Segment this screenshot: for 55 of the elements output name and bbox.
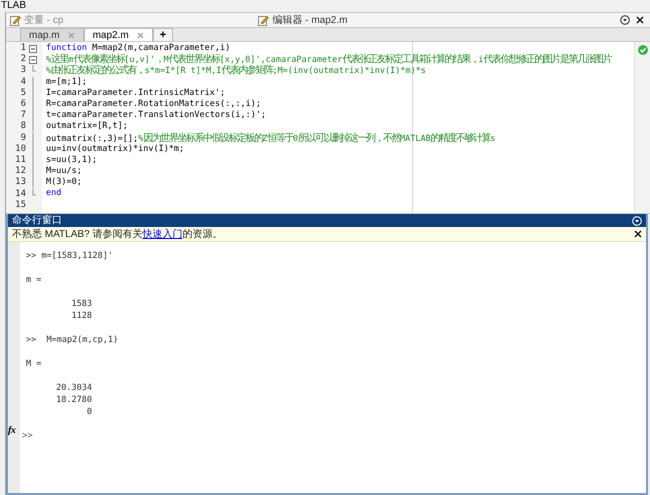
line-number: 1 [20, 43, 26, 54]
edit-pencil-icon [10, 14, 21, 26]
code-line: M(3)=0; [46, 177, 82, 188]
line-number: 3 [20, 65, 26, 76]
line-number: 2 [20, 54, 26, 65]
command-prompt[interactable]: >> [22, 430, 33, 442]
close-icon[interactable] [634, 230, 642, 238]
code-line: R=camaraParameter.RotationMatrices(:,:,i); [46, 98, 261, 109]
code-line: function M=map2(m,camaraParameter,i) [46, 43, 230, 53]
line-number: 10 [15, 144, 26, 155]
fold-toggle-icon[interactable] [29, 44, 37, 53]
file-tab[interactable]: map.m [20, 28, 84, 41]
output-value: 18.2780 [56, 394, 92, 406]
close-icon[interactable] [636, 16, 644, 24]
line-number: 14 [15, 188, 26, 200]
command-window-title: 命令行窗口 [12, 214, 62, 226]
output-variable-label: M = [26, 358, 42, 370]
output-value: 1583 [72, 298, 92, 310]
output-variable-label: m = [26, 274, 42, 286]
file-tab[interactable]: map2.m [84, 28, 153, 41]
code-line: t=camaraParameter.TranslationVectors(i,:)'; [46, 110, 266, 120]
code-line: I=camaraParameter.IntrinsicMatrix'; [46, 88, 226, 98]
editor-panel-title: 编辑器 - map2.m [272, 14, 348, 28]
line-number: 9 [20, 132, 26, 144]
code-line: %这里m代表像素坐标[u,v]'，M代表世界坐标[x,y,0]',camaraParameter代表张正友标定工具箱计算的结果，i代表你想修正的图片是第几张图片 [46, 55, 612, 66]
fold-toggle-icon[interactable] [29, 56, 37, 64]
code-line: end [46, 188, 62, 198]
line-number: 4 [20, 76, 26, 88]
line-number: 6 [20, 99, 26, 110]
new-tab-button[interactable]: + [152, 28, 174, 41]
line-number: 8 [20, 121, 26, 132]
code-line: %由张正友标定的公式有，s*m=I*[R t]*M,I代表内参矩阵;M=(inv(outmatrix)*inv(I)*m)*s [46, 66, 426, 76]
line-number: 5 [20, 88, 26, 99]
output-value: 20.3034 [56, 382, 92, 394]
line-number: 12 [15, 166, 26, 177]
dropdown-menu-icon[interactable] [620, 15, 630, 25]
line-number: 11 [15, 154, 26, 166]
output-value: 1128 [72, 310, 92, 322]
notice-text: 不熟悉 MATLAB? 请参阅有关快速入门的资源。 [12, 228, 222, 242]
function-browser-button[interactable]: fx [8, 425, 16, 437]
line-number: 15 [15, 200, 26, 211]
app-title: TLAB [0, 0, 28, 12]
line-number: 13 [15, 177, 26, 188]
line-number: 7 [20, 110, 26, 121]
edit-pencil-icon [258, 14, 270, 26]
command-input-line: >> M=map2(m,cp,1) [26, 334, 118, 346]
code-line: outmatrix(:,3)=[];%因为世界坐标系中假设标定板的Z恒等于0所以可以删掉这一列，不然MATLAB的精度不够计算s [46, 134, 496, 144]
command-input-line: >> m=[1583,1128]' [26, 250, 113, 262]
code-line: outmatrix=[R,t]; [46, 121, 128, 132]
code-line: s=uu(3,1); [46, 154, 98, 165]
output-value: 0 [86, 406, 92, 418]
code-line: M=uu/s; [46, 166, 82, 176]
code-line: uu=inv(outmatrix)*inv(I)*m; [46, 144, 184, 154]
code-line: m=[m;1]; [46, 76, 87, 87]
quick-start-link[interactable]: 快速入门 [142, 228, 182, 240]
